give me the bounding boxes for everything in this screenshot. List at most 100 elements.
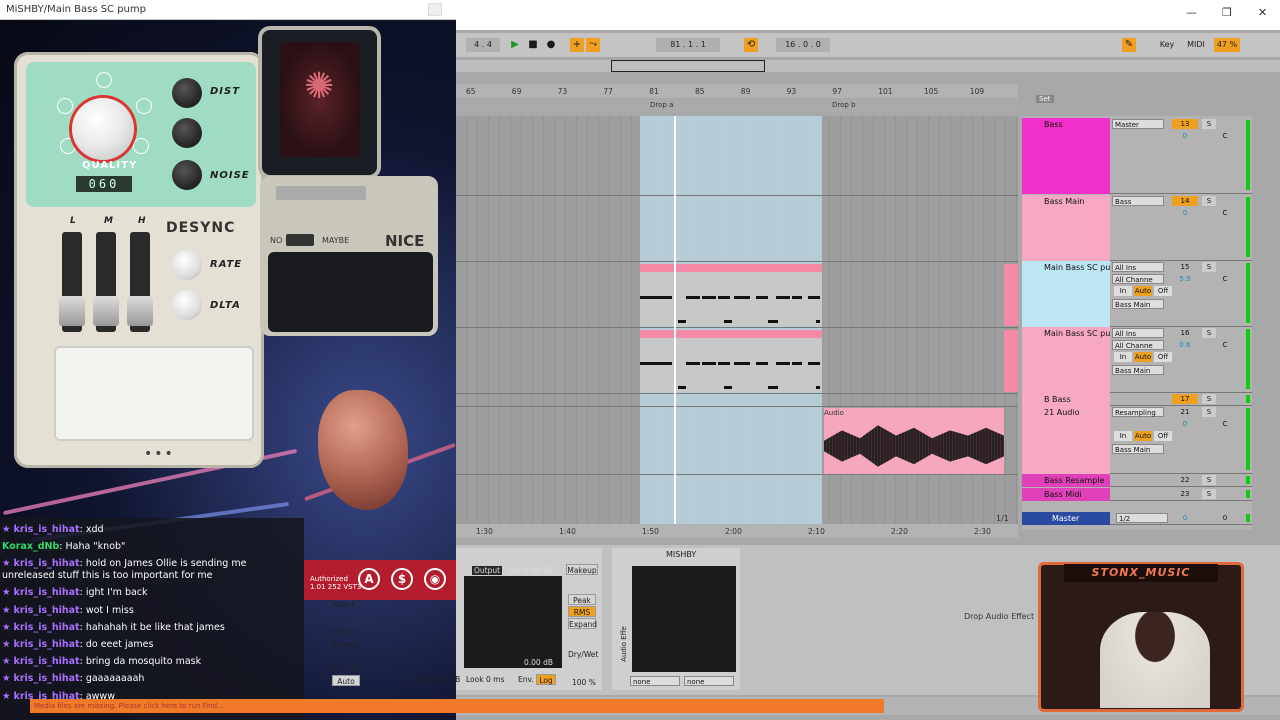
monitor-in-button[interactable]: In [1114,286,1132,296]
track-pan[interactable]: C [1212,208,1238,218]
monitor-off-button[interactable]: Off [1154,286,1172,296]
track-pan[interactable]: 0 [1212,513,1238,523]
audio-output-select[interactable]: 1/2 [1116,513,1168,523]
quality-knob[interactable] [72,98,134,160]
draw-mode-icon[interactable]: ✎ [1122,38,1136,52]
sample-drop-zone[interactable] [54,346,254,441]
solo-button[interactable]: S [1202,475,1216,485]
track-activator[interactable]: 14 [1172,196,1198,206]
track-name[interactable]: Main Bass SC pu [1044,329,1110,338]
no-maybe-switch[interactable] [286,234,314,246]
makeup-button[interactable]: Makeup [566,564,598,575]
settings-icon[interactable]: ◉ [424,568,446,590]
midi-clip-header[interactable] [640,330,822,338]
rate-knob[interactable] [172,250,202,280]
midi-note[interactable] [718,362,730,365]
midi-note[interactable] [678,320,686,323]
midi-note[interactable] [686,296,700,299]
monitor-auto-button[interactable]: Auto [1134,431,1152,441]
track-activator[interactable]: 15 [1172,262,1198,272]
chat-username[interactable]: kris_is_hihat [14,558,80,569]
auto-release-button[interactable]: Auto [332,675,360,686]
input-type-select[interactable]: All Ins [1112,328,1164,338]
track-name[interactable]: 21 Audio [1044,408,1079,417]
track-activator[interactable]: 16 [1172,328,1198,338]
midi-note[interactable] [640,362,672,365]
monitor-auto-button[interactable]: Auto [1134,286,1152,296]
midi-note[interactable] [768,386,778,389]
peak-button[interactable]: Peak [568,594,596,605]
author-icon[interactable]: A [358,568,380,590]
monitor-in-button[interactable]: In [1114,431,1132,441]
track-volume[interactable]: 0 [1172,131,1198,141]
loop-length[interactable]: 16 . 0 . 0 [776,38,830,52]
track-activator[interactable]: 23 [1172,489,1198,499]
midi-note[interactable] [734,296,750,299]
noise-knob[interactable] [172,160,202,190]
track-color-strip[interactable] [1022,118,1110,194]
automation-icon[interactable]: ⤳ [586,38,600,52]
audio-output-select[interactable]: Bass Main [1112,365,1164,375]
plugin-close-button[interactable] [428,3,442,16]
monitor-off-button[interactable]: Off [1154,431,1172,441]
midi-clip[interactable] [640,272,822,326]
input-channel-select[interactable]: All Channe [1112,340,1164,350]
track-activator[interactable]: 21 [1172,407,1198,417]
monitor-in-button[interactable]: In [1114,352,1132,362]
solo-button[interactable]: S [1202,394,1216,404]
preset-field[interactable] [276,186,366,200]
midi-note[interactable] [686,362,700,365]
midi-note[interactable] [702,362,716,365]
solo-button[interactable]: S [1202,489,1216,499]
track-pan[interactable]: C [1212,274,1238,284]
midi-note[interactable] [734,362,750,365]
midi-note[interactable] [724,320,732,323]
midi-map-button[interactable]: MIDI [1184,38,1208,52]
track-activator[interactable]: 13 [1172,119,1198,129]
track-name[interactable]: Bass Midi [1044,490,1082,499]
midi-note[interactable] [718,296,730,299]
monitor-off-button[interactable]: Off [1154,352,1172,362]
track-name[interactable]: Bass Main [1044,197,1084,206]
minimize-icon[interactable]: — [1186,6,1197,19]
locator-drop-b[interactable]: Drop b [832,101,856,109]
loop-icon[interactable]: ⟲ [744,38,758,52]
audio-output-select[interactable]: Bass Main [1112,299,1164,309]
solo-button[interactable]: S [1202,328,1216,338]
chat-username[interactable]: kris_is_hihat [14,673,80,684]
locator-drop-a[interactable]: Drop a [650,101,673,109]
track-pan[interactable]: C [1212,419,1238,429]
record-icon[interactable]: ● [544,38,558,52]
midi-clip[interactable] [640,338,822,392]
track-name[interactable]: Master [1052,514,1079,523]
play-icon[interactable]: ▶ [508,38,522,52]
stop-icon[interactable]: ■ [526,38,540,52]
track-pan[interactable]: C [1212,340,1238,350]
monitor-auto-button[interactable]: Auto [1134,352,1152,362]
midi-note[interactable] [756,362,768,365]
track-volume[interactable]: 5.9 [1172,274,1198,284]
rack-select-b[interactable]: none [684,676,734,686]
maximize-icon[interactable]: ❐ [1222,6,1232,19]
overdub-icon[interactable]: + [570,38,584,52]
track-name[interactable]: Main Bass SC pu [1044,263,1110,272]
midi-note[interactable] [792,296,802,299]
rack-select-a[interactable]: none [630,676,680,686]
chat-username[interactable]: kris_is_hihat [14,605,80,616]
mid-fader[interactable] [93,232,119,332]
track-name[interactable]: Bass Resample [1044,476,1104,485]
input-type-select[interactable]: Resampling [1112,407,1164,417]
midi-note[interactable] [768,320,778,323]
missing-media-warning[interactable]: Media files are missing. Please click he… [30,699,884,713]
track-volume[interactable]: 0 [1172,513,1198,523]
input-type-select[interactable]: Bass [1112,196,1164,206]
midi-clip-header[interactable] [1004,264,1018,326]
midi-note[interactable] [816,386,820,389]
set-button[interactable]: Set [1036,95,1054,103]
midi-note[interactable] [792,362,802,365]
track-activator[interactable]: 22 [1172,475,1198,485]
mid-knob[interactable] [172,118,202,148]
locator-lane[interactable] [456,100,1018,112]
track-volume[interactable]: 0 [1172,419,1198,429]
chat-username[interactable]: Korax_dNb [2,541,59,552]
